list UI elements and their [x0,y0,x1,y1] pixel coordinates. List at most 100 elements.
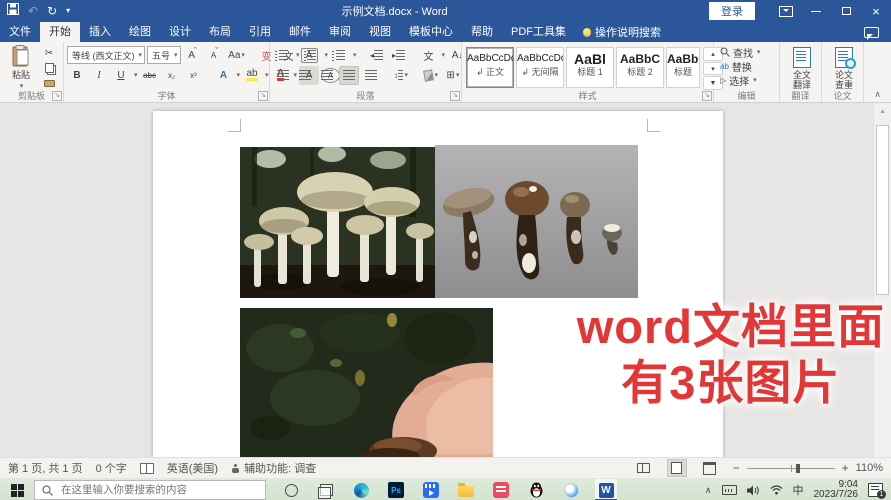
tell-me-search[interactable]: 操作说明搜索 [575,22,669,42]
zoom-slider-thumb[interactable] [795,463,800,473]
italic-button[interactable]: I [89,66,109,85]
word-count-status[interactable]: 0 个字 [96,460,127,476]
video-editor-button[interactable] [420,479,442,500]
image-growing-mushrooms[interactable] [240,147,435,298]
underline-button[interactable]: U [111,66,131,85]
redo-icon[interactable]: ↻ [47,0,57,22]
touch-keyboard-icon[interactable] [721,485,737,495]
decrease-indent-button[interactable]: ◂ [367,46,387,65]
restore-button[interactable] [831,0,861,22]
browser-app-button[interactable] [560,479,582,500]
paste-dropdown-icon[interactable]: ▾ [20,82,24,90]
proofing-errors-icon[interactable] [139,462,154,474]
subscript-button[interactable]: x₂ [162,66,182,85]
format-painter-button[interactable] [39,76,59,90]
multilevel-list-button[interactable] [330,46,350,65]
minimize-button[interactable] [801,0,831,22]
paragraph-dialog-launcher[interactable]: ↘ [450,91,460,101]
style-heading2[interactable]: AaBbC 标题 2 [616,47,664,88]
change-case-button[interactable]: Aa ▾ [227,46,247,65]
align-right-button[interactable] [317,66,337,85]
underline-dropdown-icon[interactable]: ▾ [134,71,138,79]
start-button[interactable] [0,478,34,500]
asian-layout-button[interactable]: 文 [419,46,439,65]
read-mode-button[interactable] [634,459,654,477]
photoshop-button[interactable]: Ps [385,479,407,500]
zoom-out-button[interactable]: − [733,461,740,475]
save-icon[interactable] [7,0,19,22]
collapse-ribbon-button[interactable]: ∧ [874,89,881,100]
action-center-button[interactable]: 1 [868,483,886,499]
tab-file[interactable]: 文件 [0,22,40,42]
paper-check-button[interactable]: 论文查重 [825,45,863,90]
web-layout-button[interactable] [700,459,720,477]
file-explorer-button[interactable] [455,479,477,500]
style-no-spacing[interactable]: AaBbCcDd ↲ 无间隔 [516,47,564,88]
multilevel-list-dropdown-icon[interactable]: ▾ [353,51,357,59]
tab-home[interactable]: 开始 [40,22,80,42]
bold-button[interactable]: B [67,66,87,85]
text-effects-button[interactable]: A [214,66,234,85]
grow-font-button[interactable]: Aˆ [183,46,203,65]
styles-dialog-launcher[interactable]: ↘ [702,91,712,101]
tab-references[interactable]: 引用 [240,22,280,42]
borders-button[interactable]: ⊞ ▾ [443,66,463,85]
shading-button[interactable]: ▾ [421,66,441,85]
cortana-button[interactable] [280,479,302,500]
highlight-dropdown-icon[interactable]: ▾ [265,71,269,79]
find-button[interactable]: 查找 ▾ [720,45,776,60]
replace-button[interactable]: ab 替换 [720,59,776,74]
tab-pdf-tools[interactable]: PDF工具集 [502,22,575,42]
print-layout-button[interactable] [666,459,687,477]
scroll-up-button[interactable]: ▴ [874,103,891,118]
pink-app-button[interactable] [490,479,512,500]
hidden-icons-chevron[interactable]: ∧ [705,485,712,496]
image-hand-holding-mushroom[interactable] [240,308,493,457]
text-effects-dropdown-icon[interactable]: ▾ [237,71,241,79]
tab-review[interactable]: 审阅 [320,22,360,42]
tab-draw[interactable]: 绘图 [120,22,160,42]
zoom-in-button[interactable]: + [842,461,849,475]
ribbon-display-options-button[interactable] [771,0,801,22]
tab-view[interactable]: 视图 [360,22,400,42]
taskbar-search[interactable] [34,480,266,500]
qq-button[interactable] [525,479,547,500]
scrollbar-thumb[interactable] [876,125,889,295]
line-spacing-button[interactable]: ↕ ▾ [391,66,411,85]
undo-icon[interactable]: ↶ [28,0,38,22]
tab-design[interactable]: 设计 [160,22,200,42]
paste-button[interactable]: 粘贴 ▾ [3,45,39,90]
style-normal[interactable]: AaBbCcDd ↲ 正文 [466,47,514,88]
shrink-font-button[interactable]: Aˇ [205,46,225,65]
align-center-button[interactable] [295,66,315,85]
tab-mailings[interactable]: 邮件 [280,22,320,42]
ime-indicator[interactable]: 中 [793,482,804,498]
tab-insert[interactable]: 插入 [80,22,120,42]
speaker-icon[interactable] [746,485,760,496]
zoom-slider[interactable] [746,463,835,473]
full-text-translate-button[interactable]: 全文翻译 [783,45,821,90]
image-picked-mushrooms[interactable] [435,145,638,298]
distribute-button[interactable] [361,66,381,85]
task-view-button[interactable] [315,479,337,500]
word-taskbar-button[interactable]: W [595,479,617,500]
select-button[interactable]: ▷ 选择 ▾ [720,73,776,88]
font-size-combobox[interactable]: 五号 ▾ [147,46,181,64]
font-dialog-launcher[interactable]: ↘ [258,91,268,101]
numbered-list-button[interactable] [302,46,322,65]
wifi-icon[interactable] [770,485,783,495]
highlight-button[interactable]: ab [242,66,262,85]
superscript-button[interactable]: x² [184,66,204,85]
style-heading3[interactable]: AaBbC 标题 [666,47,700,88]
close-button[interactable]: × [861,0,891,22]
clock[interactable]: 9:04 2023/7/26 [814,480,859,500]
numbered-list-dropdown-icon[interactable]: ▾ [325,51,329,59]
search-input[interactable] [59,483,258,497]
tab-help[interactable]: 帮助 [462,22,502,42]
clipboard-dialog-launcher[interactable]: ↘ [52,91,62,101]
bullet-list-dropdown-icon[interactable]: ▾ [296,51,300,59]
bullet-list-button[interactable] [273,46,293,65]
comments-icon[interactable] [864,27,879,40]
zoom-level[interactable]: 110% [856,462,883,474]
tab-layout[interactable]: 布局 [200,22,240,42]
